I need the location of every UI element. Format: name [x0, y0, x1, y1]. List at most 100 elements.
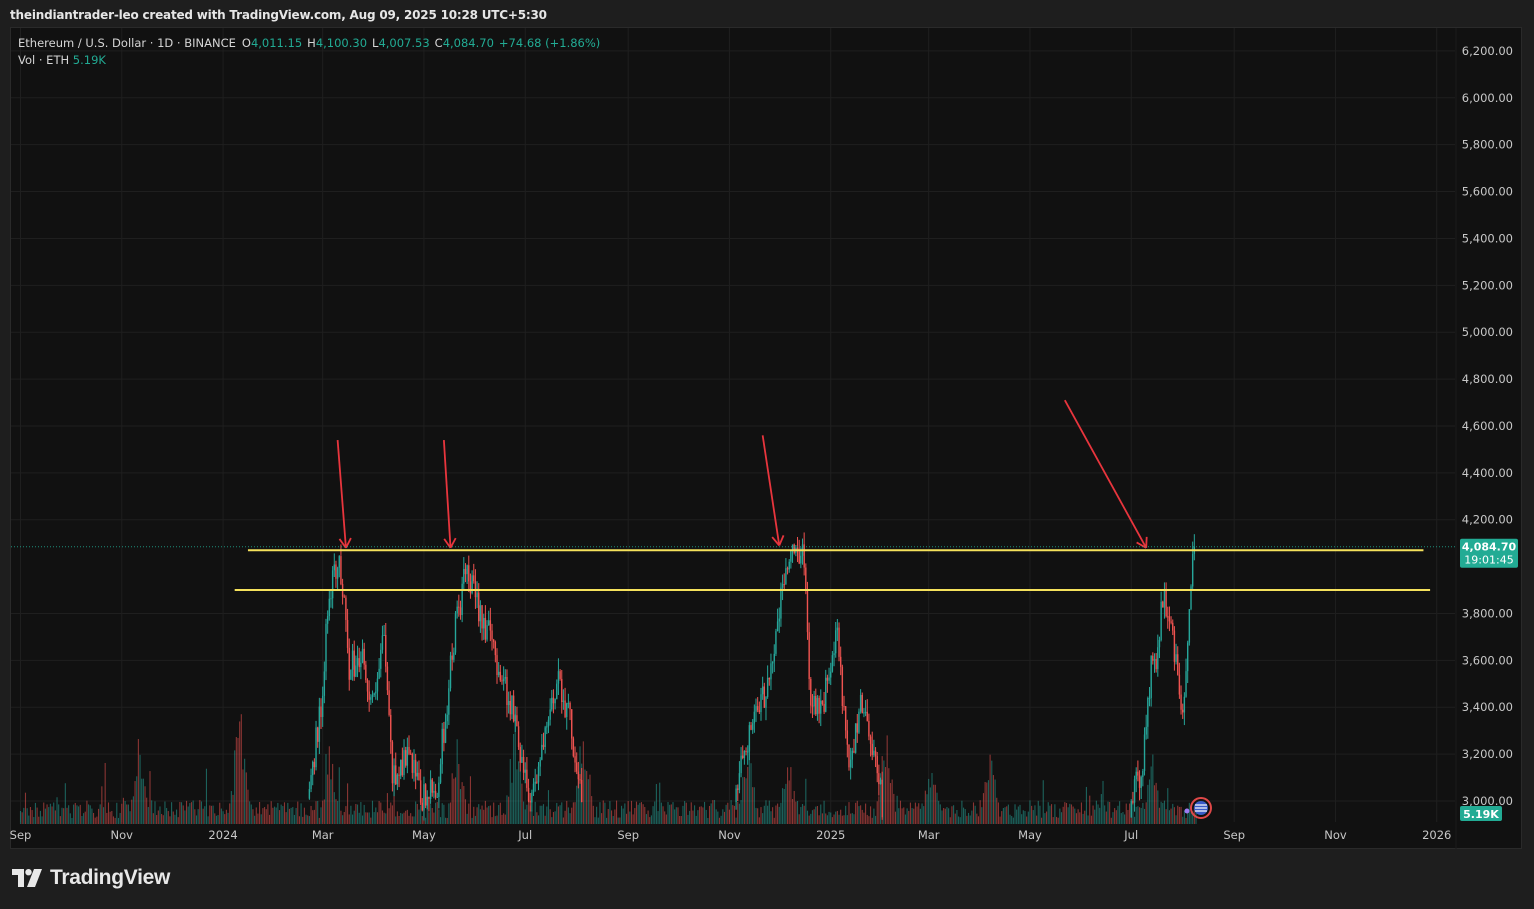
candle-body: [429, 779, 432, 799]
volume-bar: [444, 817, 447, 824]
volume-bar: [109, 811, 111, 824]
volume-bar: [752, 787, 754, 824]
volume-bar: [870, 806, 872, 824]
volume-bar: [267, 804, 269, 824]
candle-body: [874, 750, 877, 757]
candle-body: [318, 706, 321, 742]
volume-bar: [244, 758, 246, 824]
candle-body: [1157, 647, 1159, 670]
volume-bar: [406, 809, 408, 824]
candle-body: [1130, 801, 1132, 818]
volume-bar: [697, 810, 699, 824]
volume-bar: [843, 815, 845, 824]
candle-body: [835, 630, 837, 654]
volume-bar: [878, 796, 880, 824]
volume-bar: [1147, 784, 1149, 824]
candle-body: [456, 606, 458, 614]
volume-bar: [956, 809, 958, 824]
volume-bar: [436, 802, 438, 824]
volume-bar: [38, 816, 40, 824]
candle-body: [866, 711, 868, 721]
volume-bar: [602, 800, 604, 824]
arrow-annotation-4[interactable]: [1064, 399, 1148, 549]
volume-bar: [322, 800, 324, 824]
arrow-annotation-1[interactable]: [336, 439, 352, 549]
volume-bar: [795, 801, 797, 824]
volume-bar: [929, 787, 931, 824]
candle-body: [879, 779, 882, 785]
volume-bar: [496, 815, 498, 824]
candle-body: [868, 720, 870, 737]
candle-body: [567, 702, 570, 704]
volume-bar: [29, 806, 32, 824]
volume-bar: [845, 805, 847, 824]
volume-bar: [58, 804, 60, 824]
volume-bar: [825, 813, 827, 824]
arrow-annotation-3[interactable]: [761, 435, 785, 547]
volume-bar: [800, 806, 802, 824]
volume-bar: [185, 800, 188, 824]
candle-body: [580, 779, 583, 803]
candle-body: [828, 677, 830, 681]
arrow-annotation-2[interactable]: [442, 439, 457, 549]
volume-bar: [205, 768, 208, 824]
candle-body: [760, 694, 762, 713]
volume-bar: [23, 807, 25, 824]
volume-bar: [398, 815, 400, 824]
low-value: 4,007.53: [378, 36, 430, 50]
volume-bar: [532, 815, 535, 824]
candle-body: [509, 700, 511, 715]
volume-bar: [572, 802, 574, 824]
candle-body: [561, 678, 563, 703]
volume-bar: [1007, 804, 1009, 824]
volume-bar: [34, 802, 36, 824]
event-dot-icon: [1184, 808, 1190, 814]
volume-bar: [1047, 802, 1049, 824]
volume-bar: [551, 817, 553, 824]
candle-body: [308, 789, 311, 799]
volume-bar: [924, 790, 926, 824]
candle-body: [846, 730, 849, 745]
volume-bar: [579, 746, 581, 824]
volume-bar: [785, 783, 787, 824]
candle-body: [351, 650, 354, 670]
volume-bar: [1142, 802, 1144, 824]
volume-bar: [122, 797, 124, 824]
volume-bar: [574, 802, 576, 824]
volume-bar: [68, 805, 70, 824]
volume-bar: [536, 812, 538, 824]
volume-bar: [1102, 780, 1104, 824]
candle-body: [395, 765, 397, 785]
candle-body: [1155, 658, 1157, 670]
volume-bar: [131, 799, 133, 824]
volume-bar: [750, 763, 752, 824]
volume-bar: [933, 784, 935, 824]
volume-bar: [506, 795, 508, 824]
time-tick-label: 2024: [208, 828, 237, 842]
price-chart[interactable]: 6,200.00 6,000.00 5,800.00 5,600.00 5,400.00…: [0, 0, 1534, 909]
volume-bar: [268, 814, 271, 824]
volume-bar: [147, 807, 149, 824]
candle-body: [841, 666, 844, 707]
volume-bar: [1105, 811, 1107, 824]
volume-bar: [1077, 809, 1079, 824]
volume-bar: [1075, 813, 1078, 824]
volume-bar: [373, 812, 375, 824]
symbol-title[interactable]: Ethereum / U.S. Dollar · 1D · BINANCE: [18, 36, 236, 50]
time-tick-label: Nov: [718, 828, 741, 842]
candle-body: [526, 769, 528, 788]
candle-body: [825, 677, 827, 712]
volume-bar: [325, 754, 327, 824]
volume-tag-value: 5.19K: [1463, 808, 1499, 821]
price-tick-label: 5,400.00: [1462, 231, 1513, 245]
volume-bar: [222, 811, 224, 824]
tradingview-brand[interactable]: TradingView: [12, 866, 170, 890]
candle-body: [488, 620, 490, 626]
volume-bar: [499, 802, 501, 824]
volume-bar: [162, 815, 164, 824]
volume-bar: [1046, 811, 1048, 824]
candle-body: [562, 700, 565, 703]
candle-body: [1137, 771, 1139, 776]
volume-bar: [606, 817, 608, 824]
volume-bar: [489, 805, 491, 824]
